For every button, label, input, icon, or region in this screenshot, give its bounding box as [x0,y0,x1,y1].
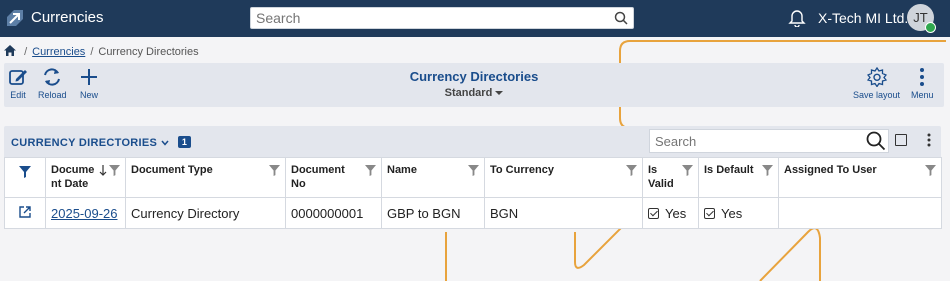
is-valid-value: Yes [665,205,687,221]
filter-icon[interactable] [365,165,376,176]
app-title: Currencies [31,9,104,26]
column-label: To Currency [490,164,554,176]
action-toolbar: Edit Reload New Currency Directories Sta… [4,63,944,107]
layout-selector[interactable]: Standard [4,87,944,99]
column-label: Name [387,164,417,176]
record-count-badge: 1 [177,136,192,148]
grid-title[interactable]: CURRENCY DIRECTORIES 1 [11,136,192,149]
layout-value: Standard [444,87,493,99]
page-title: Currency Directories [409,69,539,84]
filter-icon[interactable] [925,165,936,176]
column-header-document-no[interactable]: Document No [285,157,382,198]
grid-search-input[interactable] [650,130,850,152]
column-header-assigned-to-user[interactable]: Assigned To User [778,157,942,198]
grid-search[interactable] [649,129,889,153]
column-label: Document Type [131,164,213,176]
chevron-down-icon [495,91,504,95]
cell-is-valid: Yes [642,197,699,229]
search-icon[interactable] [614,11,628,25]
is-default-value: Yes [721,205,743,221]
column-label: Is Valid [648,164,674,190]
more-vertical-icon [920,68,925,86]
filter-icon[interactable] [762,165,773,176]
column-label: Assigned To User [784,164,877,176]
home-icon[interactable] [4,45,16,56]
filter-icon[interactable] [468,165,479,176]
top-bar: Currencies X-Tech MI Ltd. JT [0,0,950,37]
breadcrumb-separator: / [24,46,28,58]
column-header-name[interactable]: Name [381,157,485,198]
filter-icon[interactable] [109,165,120,176]
menu-label: Menu [911,90,934,100]
menu-button[interactable]: Menu [911,67,934,100]
search-icon[interactable] [866,131,886,151]
cell-to-currency: BGN [484,197,643,229]
cell-is-default: Yes [698,197,779,229]
currency-directories-table: Document Date Document Type Document No … [4,157,942,229]
column-header-document-date[interactable]: Document Date [45,157,126,198]
cell-name: GBP to BGN [381,197,485,229]
filter-icon[interactable] [269,165,280,176]
cell-document-date[interactable]: 2025-09-26 [45,197,126,229]
column-label: Is Default [704,164,754,176]
funnel-icon[interactable] [19,166,31,178]
open-record-cell[interactable] [4,197,46,229]
online-status-badge [925,22,936,33]
grid-title-text: CURRENCY DIRECTORIES [11,137,158,149]
search-input[interactable] [251,8,633,28]
save-layout-label: Save layout [853,90,901,100]
column-header-to-currency[interactable]: To Currency [484,157,643,198]
company-name[interactable]: X-Tech MI Ltd. [818,10,908,26]
filter-icon[interactable] [682,165,693,176]
select-all-button[interactable] [895,134,907,146]
document-date-link[interactable]: 2025-09-26 [51,206,118,221]
notifications-bell-icon[interactable] [787,7,807,27]
external-link-icon[interactable] [19,205,31,218]
breadcrumb-separator: / [90,46,94,58]
breadcrumb: / Currencies / Currency Directories [4,45,199,58]
breadcrumb-link-currencies[interactable]: Currencies [32,46,85,58]
checkbox-checked-icon [648,207,659,219]
column-header-is-valid[interactable]: Is Valid [642,157,699,198]
filter-column-header[interactable] [4,157,46,198]
table-row[interactable]: 2025-09-26 Currency Directory 0000000001… [4,197,942,229]
cell-document-no: 0000000001 [285,197,382,229]
column-header-document-type[interactable]: Document Type [125,157,286,198]
table-header-row: Document Date Document Type Document No … [4,157,942,198]
cell-document-type: Currency Directory [125,197,286,229]
global-search[interactable] [250,7,634,29]
cell-assigned-to-user [778,197,942,229]
column-label: Document Date [51,164,95,190]
gear-icon [866,66,887,88]
sort-descending-icon[interactable] [99,165,107,176]
filter-icon[interactable] [626,165,637,176]
save-layout-button[interactable]: Save layout [853,66,901,100]
app-logo-icon [7,10,23,26]
chevron-down-icon [160,140,169,146]
column-header-is-default[interactable]: Is Default [698,157,779,198]
column-label: Document No [291,164,345,190]
more-vertical-icon[interactable] [926,132,932,148]
breadcrumb-current: Currency Directories [98,46,199,58]
checkbox-checked-icon [704,207,715,219]
